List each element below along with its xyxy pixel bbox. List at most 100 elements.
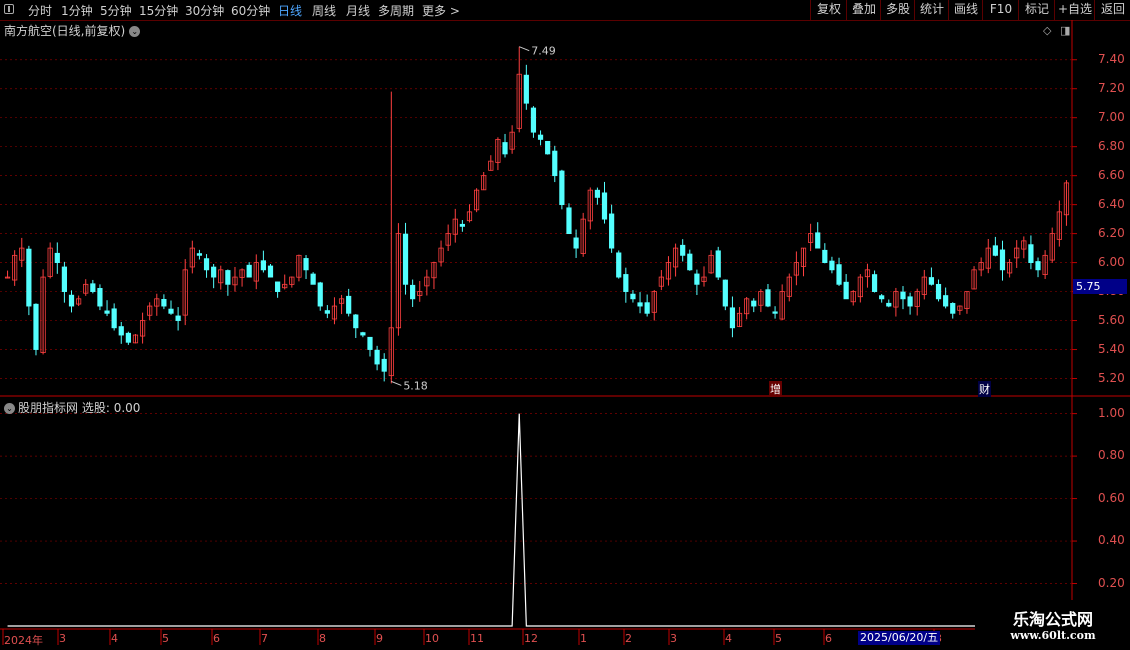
candle-body [943,295,949,307]
candle-body [118,326,124,336]
candle-body [836,264,842,285]
candle-body [225,270,231,285]
candle-body [871,274,878,292]
candle-body [680,244,686,256]
price-tick-label: 6.00 [1098,254,1125,269]
candle-body [196,253,203,256]
candle-body [559,170,565,206]
candle-body [637,302,643,307]
candle-body [367,336,373,350]
candle-body [275,281,281,292]
candle-body [843,281,849,300]
candle-body [822,249,828,263]
indicator-value: 选股: 0.00 [81,401,141,415]
candle-body [1028,244,1034,263]
candle-body [125,332,131,343]
candle-body [566,207,572,235]
price-tick-label: 6.20 [1098,225,1125,240]
candle-body [459,223,465,227]
indicator-tick-label: 1.00 [1098,405,1125,420]
candle-body [552,150,558,177]
kline-chart[interactable]: 7.49 5.18 [0,0,1130,650]
date-tick-label: 7 [261,632,268,645]
candle-body [715,250,721,278]
date-tick-label: 9 [376,632,383,645]
candle-body [630,293,636,300]
date-tick-label: 6 [213,632,220,645]
high-annotation: 7.49 [531,45,556,58]
candle-body [310,273,316,285]
candle-body [502,142,508,155]
date-tick-label: 2 [625,632,632,645]
chevron-down-icon[interactable]: ⌄ [4,403,15,414]
candle-body [545,140,551,155]
candle-body [203,258,210,271]
candle-body [722,279,728,307]
candle-body [886,302,892,307]
indicator-name: 股朋指标网 [18,401,79,415]
diamond-icon[interactable]: ◇ [1043,24,1051,37]
price-tick-label: 7.00 [1098,109,1125,124]
candle-body [1035,261,1041,271]
candle-body [211,266,217,278]
date-tick-label: 2024年 [4,634,43,647]
marker-zeng[interactable]: 增 [769,381,782,397]
indicator-title-bar: ⌄ 股朋指标网 选股: 0.00 [4,399,140,416]
price-tick-label: 5.40 [1098,341,1125,356]
date-tick-label: 5 [162,632,169,645]
price-tick-label: 7.20 [1098,80,1125,95]
candle-body [104,310,110,314]
candle-body [26,248,32,307]
chevron-down-icon[interactable]: ⌄ [129,26,141,37]
current-price-tag: 5.75 [1073,279,1127,294]
date-tick-label: 1 [580,632,587,645]
candle-body [175,315,181,321]
candle-body [935,283,942,300]
price-tick-label: 6.40 [1098,196,1125,211]
price-tick-label: 6.60 [1098,167,1125,182]
candle-body [161,298,167,307]
date-tick-label: 6 [825,632,832,645]
date-tick-label: 4 [111,632,118,645]
stock-title: 南方航空(日线,前复权) [4,24,126,38]
candle-body [999,249,1006,271]
candle-body [61,266,68,292]
candle-body [90,283,96,292]
candle-body [374,349,380,365]
candle-body [360,332,366,336]
price-tick-label: 5.60 [1098,312,1125,327]
candle-body [992,245,998,256]
panel-layout-icon[interactable]: ◨ [1060,24,1070,37]
candle-body [644,302,650,314]
candle-body [381,358,387,372]
candle-body [68,294,75,307]
date-tick-label: 3 [59,632,66,645]
date-tick-label: 4 [725,632,732,645]
date-tick-label: 12 [524,632,538,645]
candle-body [353,314,359,329]
candle-body [573,237,579,249]
candle-body [594,189,601,198]
candle-body [815,232,821,249]
candle-body [410,284,416,300]
date-tick-label: 8 [319,632,326,645]
candle-body [623,274,629,292]
watermark-site: 乐淘公式网 [1012,610,1093,629]
date-tick-label: 10 [425,632,439,645]
candle-body [267,265,274,278]
candle-body [346,295,352,314]
indicator-tick-label: 0.40 [1098,533,1125,548]
candle-body [687,253,693,271]
date-tick-label: 11 [470,632,484,645]
candle-body [111,308,117,329]
crosshair-date: 2025/06/20/五 [858,631,941,645]
candle-body [609,213,615,249]
price-tick-label: 5.20 [1098,370,1125,385]
indicator-tick-label: 0.60 [1098,490,1125,505]
candle-body [537,134,544,140]
candle-body [907,296,913,307]
candle-body [168,308,174,314]
date-tick-label: 5 [775,632,782,645]
watermark-url: www.60lt.com [1010,629,1096,642]
marker-cai[interactable]: 财 [978,381,991,397]
